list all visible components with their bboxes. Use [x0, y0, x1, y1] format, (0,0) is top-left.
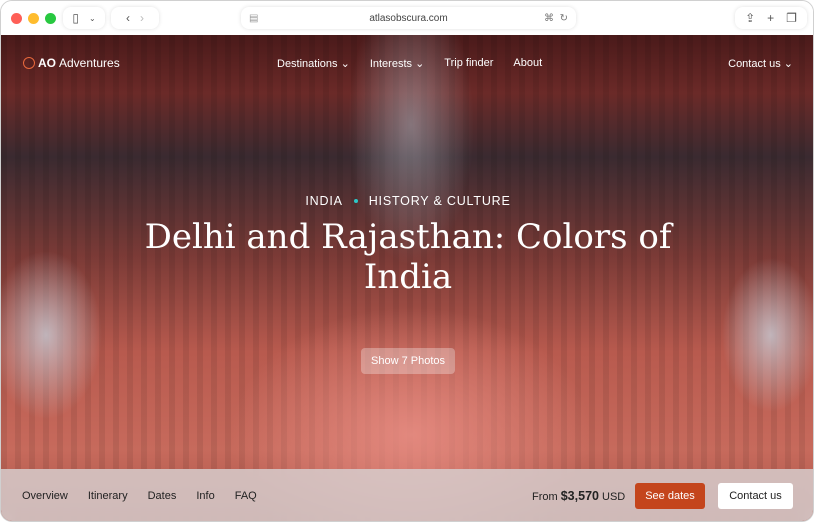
- reload-icon[interactable]: ↻: [560, 13, 568, 24]
- category-tag[interactable]: HISTORY & CULTURE: [369, 194, 511, 208]
- browser-window: ▯ ⌄ ‹ › ▤ atlasobscura.com ⌘ ↻ ⇪ + ❐ AO Adven…: [0, 0, 814, 522]
- tab-faq[interactable]: FAQ: [235, 490, 257, 502]
- url-text: atlasobscura.com: [369, 12, 448, 24]
- trip-tags: INDIA HISTORY & CULTURE: [1, 194, 813, 208]
- nav-interests[interactable]: Interests ⌄: [370, 57, 424, 70]
- zoom-button[interactable]: [45, 13, 56, 24]
- show-photos-button[interactable]: Show 7 Photos: [361, 348, 455, 374]
- logo-bold: AO: [38, 56, 56, 70]
- minimize-button[interactable]: [28, 13, 39, 24]
- back-icon[interactable]: ‹: [126, 11, 130, 25]
- nav-about[interactable]: About: [513, 57, 542, 70]
- translate-icon[interactable]: ⌘: [544, 13, 554, 24]
- new-tab-icon[interactable]: +: [767, 11, 774, 25]
- toolbar-actions: ⇪ + ❐: [735, 7, 807, 29]
- see-dates-button[interactable]: See dates: [635, 483, 705, 509]
- logo-text: Adventures: [59, 56, 120, 70]
- chevron-down-icon: ⌄: [340, 58, 350, 70]
- separator-dot: [353, 198, 358, 203]
- close-button[interactable]: [11, 13, 22, 24]
- sidebar-icon: ▯: [72, 11, 79, 25]
- contact-us-button[interactable]: Contact us: [718, 483, 793, 509]
- tab-itinerary[interactable]: Itinerary: [88, 490, 128, 502]
- nav-contact[interactable]: Contact us ⌄: [728, 57, 793, 70]
- share-icon[interactable]: ⇪: [745, 11, 755, 25]
- sticky-bottom-bar: Overview Itinerary Dates Info FAQ From $…: [1, 469, 813, 521]
- page-icon: ▤: [249, 12, 259, 24]
- site-logo[interactable]: AO Adventures: [23, 56, 120, 70]
- site-nav: AO Adventures Destinations ⌄ Interests ⌄ …: [1, 35, 813, 90]
- chevron-down-icon: ⌄: [88, 13, 96, 23]
- logo-icon: [23, 57, 35, 69]
- sidebar-toggle[interactable]: ▯ ⌄: [63, 7, 105, 29]
- hero-section: AO Adventures Destinations ⌄ Interests ⌄ …: [1, 35, 813, 521]
- nav-trip-finder[interactable]: Trip finder: [444, 57, 493, 70]
- forward-icon[interactable]: ›: [140, 11, 144, 25]
- history-nav: ‹ ›: [111, 7, 159, 29]
- page-title: Delhi and Rajasthan: Colors of India: [144, 217, 672, 297]
- window-controls: [11, 13, 56, 24]
- price: From $3,570 USD: [532, 489, 626, 503]
- address-bar[interactable]: ▤ atlasobscura.com ⌘ ↻: [241, 7, 576, 29]
- tab-overview[interactable]: Overview: [22, 490, 68, 502]
- nav-destinations[interactable]: Destinations ⌄: [277, 57, 350, 70]
- chevron-down-icon: ⌄: [415, 58, 425, 70]
- tab-dates[interactable]: Dates: [148, 490, 177, 502]
- chevron-down-icon: ⌄: [783, 58, 793, 70]
- tab-info[interactable]: Info: [196, 490, 214, 502]
- tabs-overview-icon[interactable]: ❐: [786, 11, 797, 25]
- browser-toolbar: ▯ ⌄ ‹ › ▤ atlasobscura.com ⌘ ↻ ⇪ + ❐: [1, 1, 813, 35]
- country-tag[interactable]: INDIA: [305, 194, 342, 208]
